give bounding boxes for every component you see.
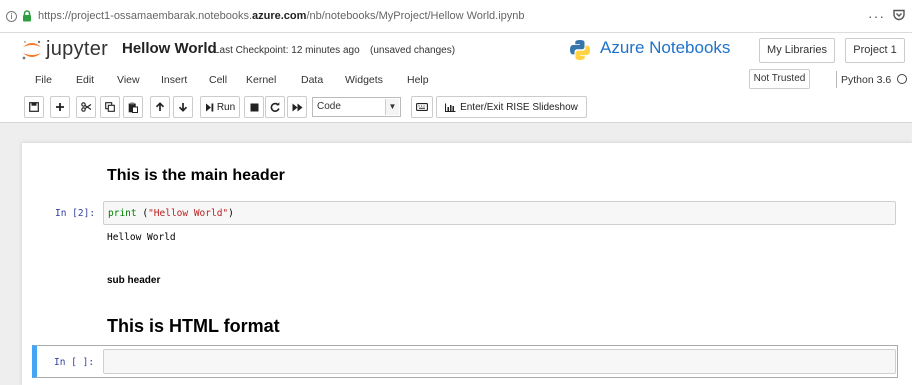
pocket-icon[interactable] [893, 9, 905, 21]
project-button[interactable]: Project 1 [845, 38, 905, 63]
arrow-down-icon [178, 103, 188, 112]
plus-icon [56, 103, 64, 111]
url-path: /nb/notebooks/MyProject/Hellow World.ipy… [306, 10, 525, 22]
move-up-button[interactable] [150, 96, 170, 118]
empty-code-cell-input[interactable] [103, 349, 896, 374]
python-logo-icon [570, 40, 590, 60]
menu-file[interactable]: File [35, 74, 52, 86]
interrupt-kernel-button[interactable] [244, 96, 264, 118]
save-button[interactable] [24, 96, 44, 118]
insert-cell-button[interactable] [50, 96, 70, 118]
menubar: File Edit View Insert Cell Kernel Data W… [0, 67, 912, 93]
menu-help[interactable]: Help [407, 74, 429, 86]
code-open-paren: ( [136, 208, 149, 219]
command-palette-button[interactable] [411, 96, 433, 118]
paste-button[interactable] [123, 96, 143, 118]
menu-data[interactable]: Data [301, 74, 323, 86]
jupyter-logo-icon[interactable] [20, 38, 44, 62]
info-icon[interactable]: i [6, 10, 17, 22]
step-forward-icon [205, 103, 214, 111]
autosave-status: (unsaved changes) [370, 45, 456, 56]
azure-notebooks-title[interactable]: Azure Notebooks [600, 38, 730, 58]
menu-insert[interactable]: Insert [161, 74, 187, 86]
notebook-name[interactable]: Hellow World [122, 40, 217, 57]
fast-forward-icon [292, 103, 302, 111]
refresh-icon [270, 102, 280, 112]
cut-button[interactable] [76, 96, 96, 118]
menu-cell[interactable]: Cell [209, 74, 227, 86]
cell-output: Hellow World [107, 232, 176, 243]
stop-icon [250, 103, 258, 111]
url-text[interactable]: https://project1-ossamaembarak.notebooks… [38, 10, 525, 22]
restart-run-all-button[interactable] [287, 96, 307, 118]
kernel-divider [836, 71, 837, 88]
url-host: azure.com [252, 10, 307, 22]
keyboard-icon [416, 103, 428, 111]
cell-type-select[interactable]: Code ▼ [312, 97, 401, 117]
trust-status-button[interactable]: Not Trusted [749, 69, 810, 89]
save-icon [29, 102, 39, 112]
markdown-sub-header[interactable]: sub header [107, 275, 160, 286]
empty-input-prompt: In [ ]: [54, 357, 95, 368]
copy-button[interactable] [100, 96, 120, 118]
paste-icon [128, 102, 138, 113]
menu-kernel[interactable]: Kernel [246, 74, 276, 86]
markdown-main-header[interactable]: This is the main header [107, 167, 285, 185]
arrow-up-icon [155, 102, 165, 111]
kernel-idle-indicator-icon [897, 74, 907, 84]
code-cell-input[interactable]: print ("Hellow World") [103, 201, 896, 225]
cell-type-value: Code [317, 101, 341, 112]
code-close-paren: ) [228, 208, 234, 219]
lock-icon [23, 10, 31, 22]
scissors-icon [80, 102, 91, 112]
bar-chart-icon [445, 103, 456, 112]
checkpoint-status: Last Checkpoint: 12 minutes ago [214, 45, 360, 56]
notebook-toolbar: Run Code ▼ Enter/Exit RISE Slideshow [0, 93, 912, 123]
jupyter-wordmark[interactable]: jupyter [46, 38, 108, 61]
code-string: "Hellow World" [148, 208, 229, 219]
rise-slideshow-button[interactable]: Enter/Exit RISE Slideshow [436, 96, 587, 118]
menu-widgets[interactable]: Widgets [345, 74, 383, 86]
my-libraries-button[interactable]: My Libraries [759, 38, 835, 63]
move-down-button[interactable] [173, 96, 193, 118]
browser-address-bar[interactable]: i https://project1-ossamaembarak.noteboo… [0, 0, 912, 33]
run-button[interactable]: Run [200, 96, 240, 118]
rise-slideshow-label: Enter/Exit RISE Slideshow [460, 101, 578, 113]
menu-view[interactable]: View [117, 74, 140, 86]
code-keyword: print [108, 208, 137, 219]
chevron-down-icon[interactable]: ▼ [385, 99, 399, 115]
jupyter-header: jupyter Hellow World Last Checkpoint: 12… [0, 33, 912, 67]
menu-edit[interactable]: Edit [76, 74, 94, 86]
more-actions-icon[interactable]: ··· [868, 8, 885, 24]
kernel-name[interactable]: Python 3.6 [841, 74, 891, 86]
input-prompt: In [2]: [55, 208, 96, 219]
copy-icon [105, 102, 115, 112]
run-label: Run [216, 101, 236, 113]
markdown-html-header[interactable]: This is HTML format [107, 316, 280, 337]
url-prefix: https://project1-ossamaembarak.notebooks… [38, 10, 253, 22]
restart-kernel-button[interactable] [265, 96, 285, 118]
